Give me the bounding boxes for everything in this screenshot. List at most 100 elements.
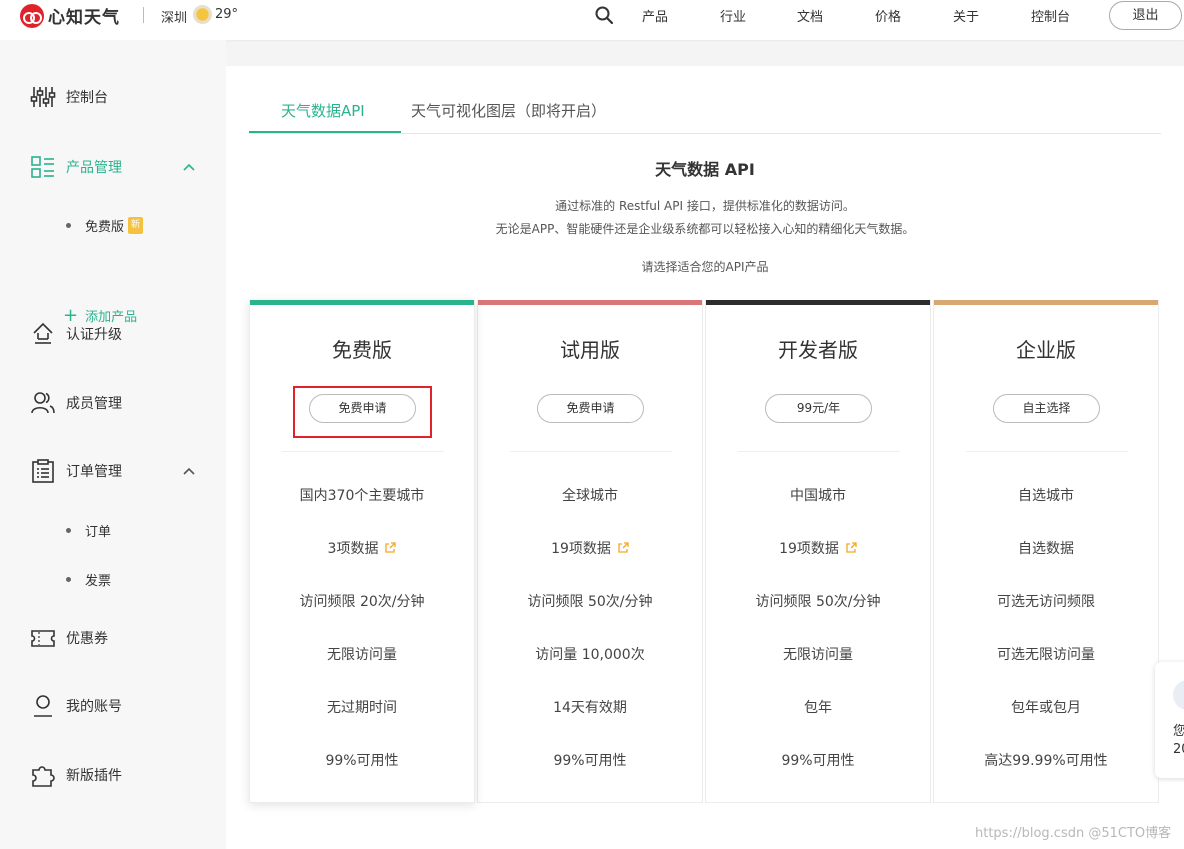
plan-divider: [738, 451, 900, 452]
plan-feature: 14天有效期: [478, 697, 702, 717]
floating-contact-widget[interactable]: 您 20: [1155, 662, 1184, 778]
plan-feature: 可选无访问频限: [934, 591, 1158, 611]
plan-feature: 3项数据: [250, 538, 474, 558]
external-link-icon[interactable]: [384, 542, 396, 554]
plan-feature-text: 访问频限 50次/分钟: [528, 591, 653, 611]
sidebar-item-label: 新版插件: [66, 765, 122, 785]
plan-card-trial: 试用版 免费申请 全球城市 19项数据 访问频限 50次/分钟 访问量 10,0…: [477, 300, 703, 803]
plan-name: 企业版: [934, 334, 1158, 363]
plan-feature-text: 自选数据: [1018, 538, 1074, 558]
sidebar-item-account[interactable]: 我的账号: [30, 693, 122, 719]
bullet-icon: [66, 223, 71, 228]
external-link-icon[interactable]: [845, 542, 857, 554]
plan-feature-text: 包年: [804, 697, 832, 717]
logout-button[interactable]: 退出: [1109, 1, 1182, 30]
plan-cards: 免费版 免费申请 国内370个主要城市 3项数据 访问频限 20次/分钟 无限访…: [249, 300, 1160, 803]
upgrade-icon: [30, 321, 56, 347]
plan-feature: 可选无限访问量: [934, 644, 1158, 664]
tab-weather-api[interactable]: 天气数据API: [281, 100, 365, 121]
plan-feature: 99%可用性: [706, 750, 930, 770]
nav-industry[interactable]: 行业: [720, 6, 746, 25]
plan-feature: 无限访问量: [250, 644, 474, 664]
plan-feature-text: 99%可用性: [553, 750, 626, 770]
plan-feature-text: 无过期时间: [327, 697, 397, 717]
plan-card-enterprise: 企业版 自主选择 自选城市 自选数据 可选无访问频限 可选无限访问量 包年或包月…: [933, 300, 1159, 803]
clipboard-icon: [30, 458, 56, 484]
plan-feature: 自选数据: [934, 538, 1158, 558]
sidebar-subitem-free[interactable]: 免费版 新: [66, 216, 143, 235]
widget-text: 20: [1173, 742, 1184, 757]
sidebar-item-label: 优惠券: [66, 628, 108, 648]
bullet-icon: [66, 577, 71, 582]
plan-card-free: 免费版 免费申请 国内370个主要城市 3项数据 访问频限 20次/分钟 无限访…: [249, 300, 475, 803]
plan-feature-text: 19项数据: [551, 538, 611, 558]
chevron-up-icon[interactable]: [182, 466, 196, 476]
sidebar-item-orders[interactable]: 订单管理: [30, 458, 122, 484]
plan-feature-text: 可选无访问频限: [997, 591, 1095, 611]
nav-pricing[interactable]: 价格: [875, 6, 901, 25]
tab-bar: 天气数据API 天气可视化图层（即将开启）: [249, 94, 1161, 134]
sidebar-item-label: 产品管理: [66, 157, 122, 177]
sidebar-item-console[interactable]: 控制台: [30, 84, 108, 110]
plan-color-bar: [250, 300, 474, 305]
external-link-icon[interactable]: [617, 542, 629, 554]
brand-logo[interactable]: 心知天气: [20, 3, 120, 28]
sidebar-item-coupons[interactable]: 优惠券: [30, 625, 108, 651]
plan-feature: 包年: [706, 697, 930, 717]
plan-divider: [282, 451, 444, 452]
plan-feature-text: 14天有效期: [553, 697, 627, 717]
logo-icon: [20, 4, 44, 28]
plan-color-bar: [934, 300, 1158, 305]
annotation-highlight-box: [293, 386, 432, 438]
search-icon[interactable]: [595, 6, 613, 24]
page-title: 天气数据 API: [226, 156, 1184, 180]
apply-trial-button[interactable]: 免费申请: [537, 394, 644, 423]
plan-feature-text: 自选城市: [1018, 485, 1074, 505]
bullet-icon: [66, 528, 71, 533]
sidebar-subitem-label: 订单: [85, 521, 111, 540]
plan-color-bar: [706, 300, 930, 305]
plan-feature-text: 国内370个主要城市: [300, 485, 425, 505]
users-icon: [30, 390, 56, 416]
sidebar-subitem-order[interactable]: 订单: [66, 521, 111, 540]
sidebar-subitem-label: 免费版: [85, 216, 124, 235]
sidebar-item-upgrade[interactable]: 认证升级: [30, 321, 122, 347]
ticket-icon: [30, 625, 56, 651]
plan-feature: 中国城市: [706, 485, 930, 505]
plan-color-bar: [478, 300, 702, 305]
plan-feature-text: 无限访问量: [327, 644, 397, 664]
nav-about[interactable]: 关于: [953, 6, 979, 25]
plan-feature-text: 包年或包月: [1011, 697, 1081, 717]
watermark: https://blog.csdn @51CTO博客: [975, 822, 1171, 841]
sidebar-item-products[interactable]: 产品管理: [30, 154, 122, 180]
sidebar-item-plugins[interactable]: 新版插件: [30, 762, 122, 788]
sliders-icon: [30, 84, 56, 110]
plan-card-developer: 开发者版 99元/年 中国城市 19项数据 访问频限 50次/分钟 无限访问量 …: [705, 300, 931, 803]
nav-docs[interactable]: 文档: [797, 6, 823, 25]
plan-feature: 访问量 10,000次: [478, 644, 702, 664]
new-badge: 新: [128, 217, 143, 234]
avatar: [1173, 680, 1184, 710]
plan-feature-text: 中国城市: [790, 485, 846, 505]
brand-name: 心知天气: [48, 3, 120, 28]
widget-text: 您: [1173, 720, 1184, 739]
nav-console[interactable]: 控制台: [1031, 6, 1070, 25]
chevron-up-icon[interactable]: [182, 162, 196, 172]
description-line-1: 通过标准的 Restful API 接口，提供标准化的数据访问。: [226, 197, 1184, 214]
plan-name: 免费版: [250, 334, 474, 363]
description-line-2: 无论是APP、智能硬件还是企业级系统都可以轻松接入心知的精细化天气数据。: [226, 220, 1184, 237]
plan-feature-text: 19项数据: [779, 538, 839, 558]
sidebar-subitem-invoice[interactable]: 发票: [66, 570, 111, 589]
buy-developer-button[interactable]: 99元/年: [765, 394, 872, 423]
plan-feature-text: 高达99.99%可用性: [984, 750, 1107, 770]
plan-feature-text: 访问频限 50次/分钟: [756, 591, 881, 611]
choose-enterprise-button[interactable]: 自主选择: [993, 394, 1100, 423]
nav-products[interactable]: 产品: [642, 6, 668, 25]
puzzle-icon: [30, 762, 56, 788]
active-tab-indicator: [249, 131, 401, 133]
plan-feature-text: 99%可用性: [781, 750, 854, 770]
plan-feature: 19项数据: [478, 538, 702, 558]
tab-weather-layers[interactable]: 天气可视化图层（即将开启）: [411, 100, 606, 121]
sidebar-item-members[interactable]: 成员管理: [30, 390, 122, 416]
plan-feature: 全球城市: [478, 485, 702, 505]
